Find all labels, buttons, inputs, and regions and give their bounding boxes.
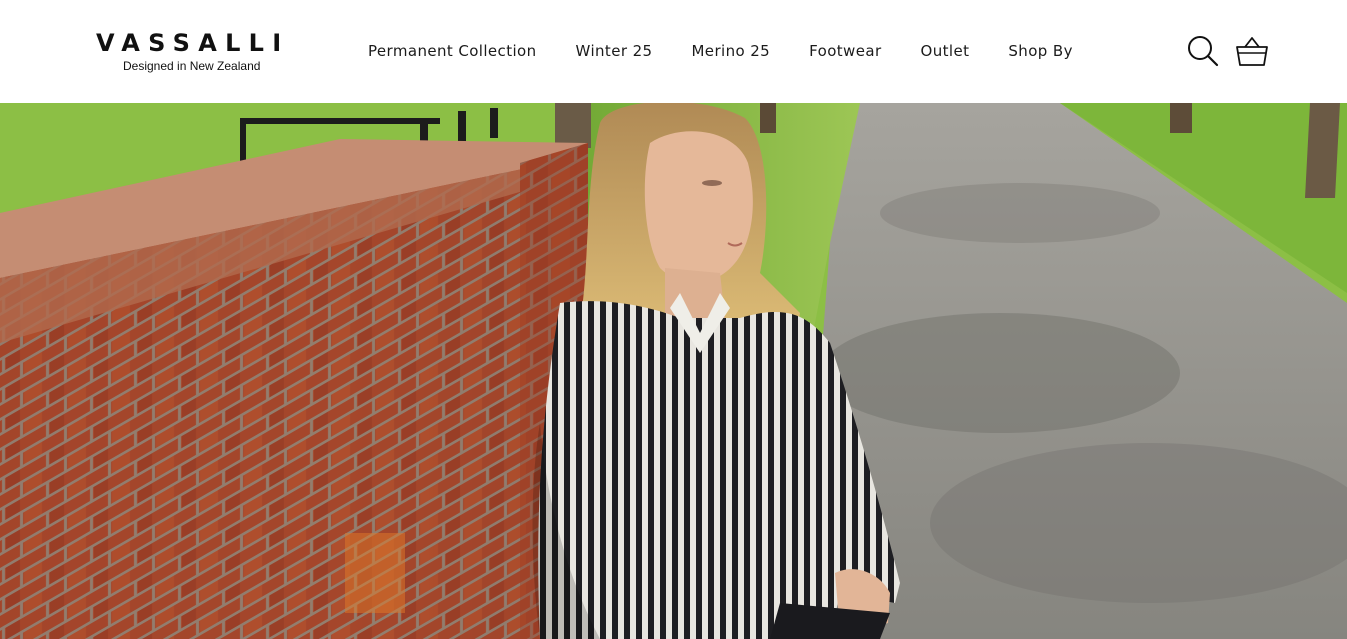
logo-tagline: Designed in New Zealand [123,59,261,73]
logo-wordmark: VASSALLI [96,29,290,57]
search-icon [1188,36,1219,67]
main-nav: Permanent Collection Winter 25 Merino 25… [368,40,1073,62]
hero-image [0,103,1347,639]
nav-permanent-collection[interactable]: Permanent Collection [368,42,537,60]
nav-winter-25[interactable]: Winter 25 [576,42,653,60]
nav-footwear[interactable]: Footwear [809,42,881,60]
nav-shop-by[interactable]: Shop By [1008,42,1072,60]
site-header: VASSALLI Designed in New Zealand Permane… [0,0,1347,103]
search-button[interactable] [1186,34,1220,68]
nav-outlet[interactable]: Outlet [921,42,970,60]
basket-icon [1236,37,1268,66]
hero-banner[interactable] [0,103,1347,639]
cart-button[interactable] [1235,34,1269,68]
vassalli-logo[interactable]: VASSALLI Designed in New Zealand [96,30,290,73]
nav-merino-25[interactable]: Merino 25 [691,42,770,60]
